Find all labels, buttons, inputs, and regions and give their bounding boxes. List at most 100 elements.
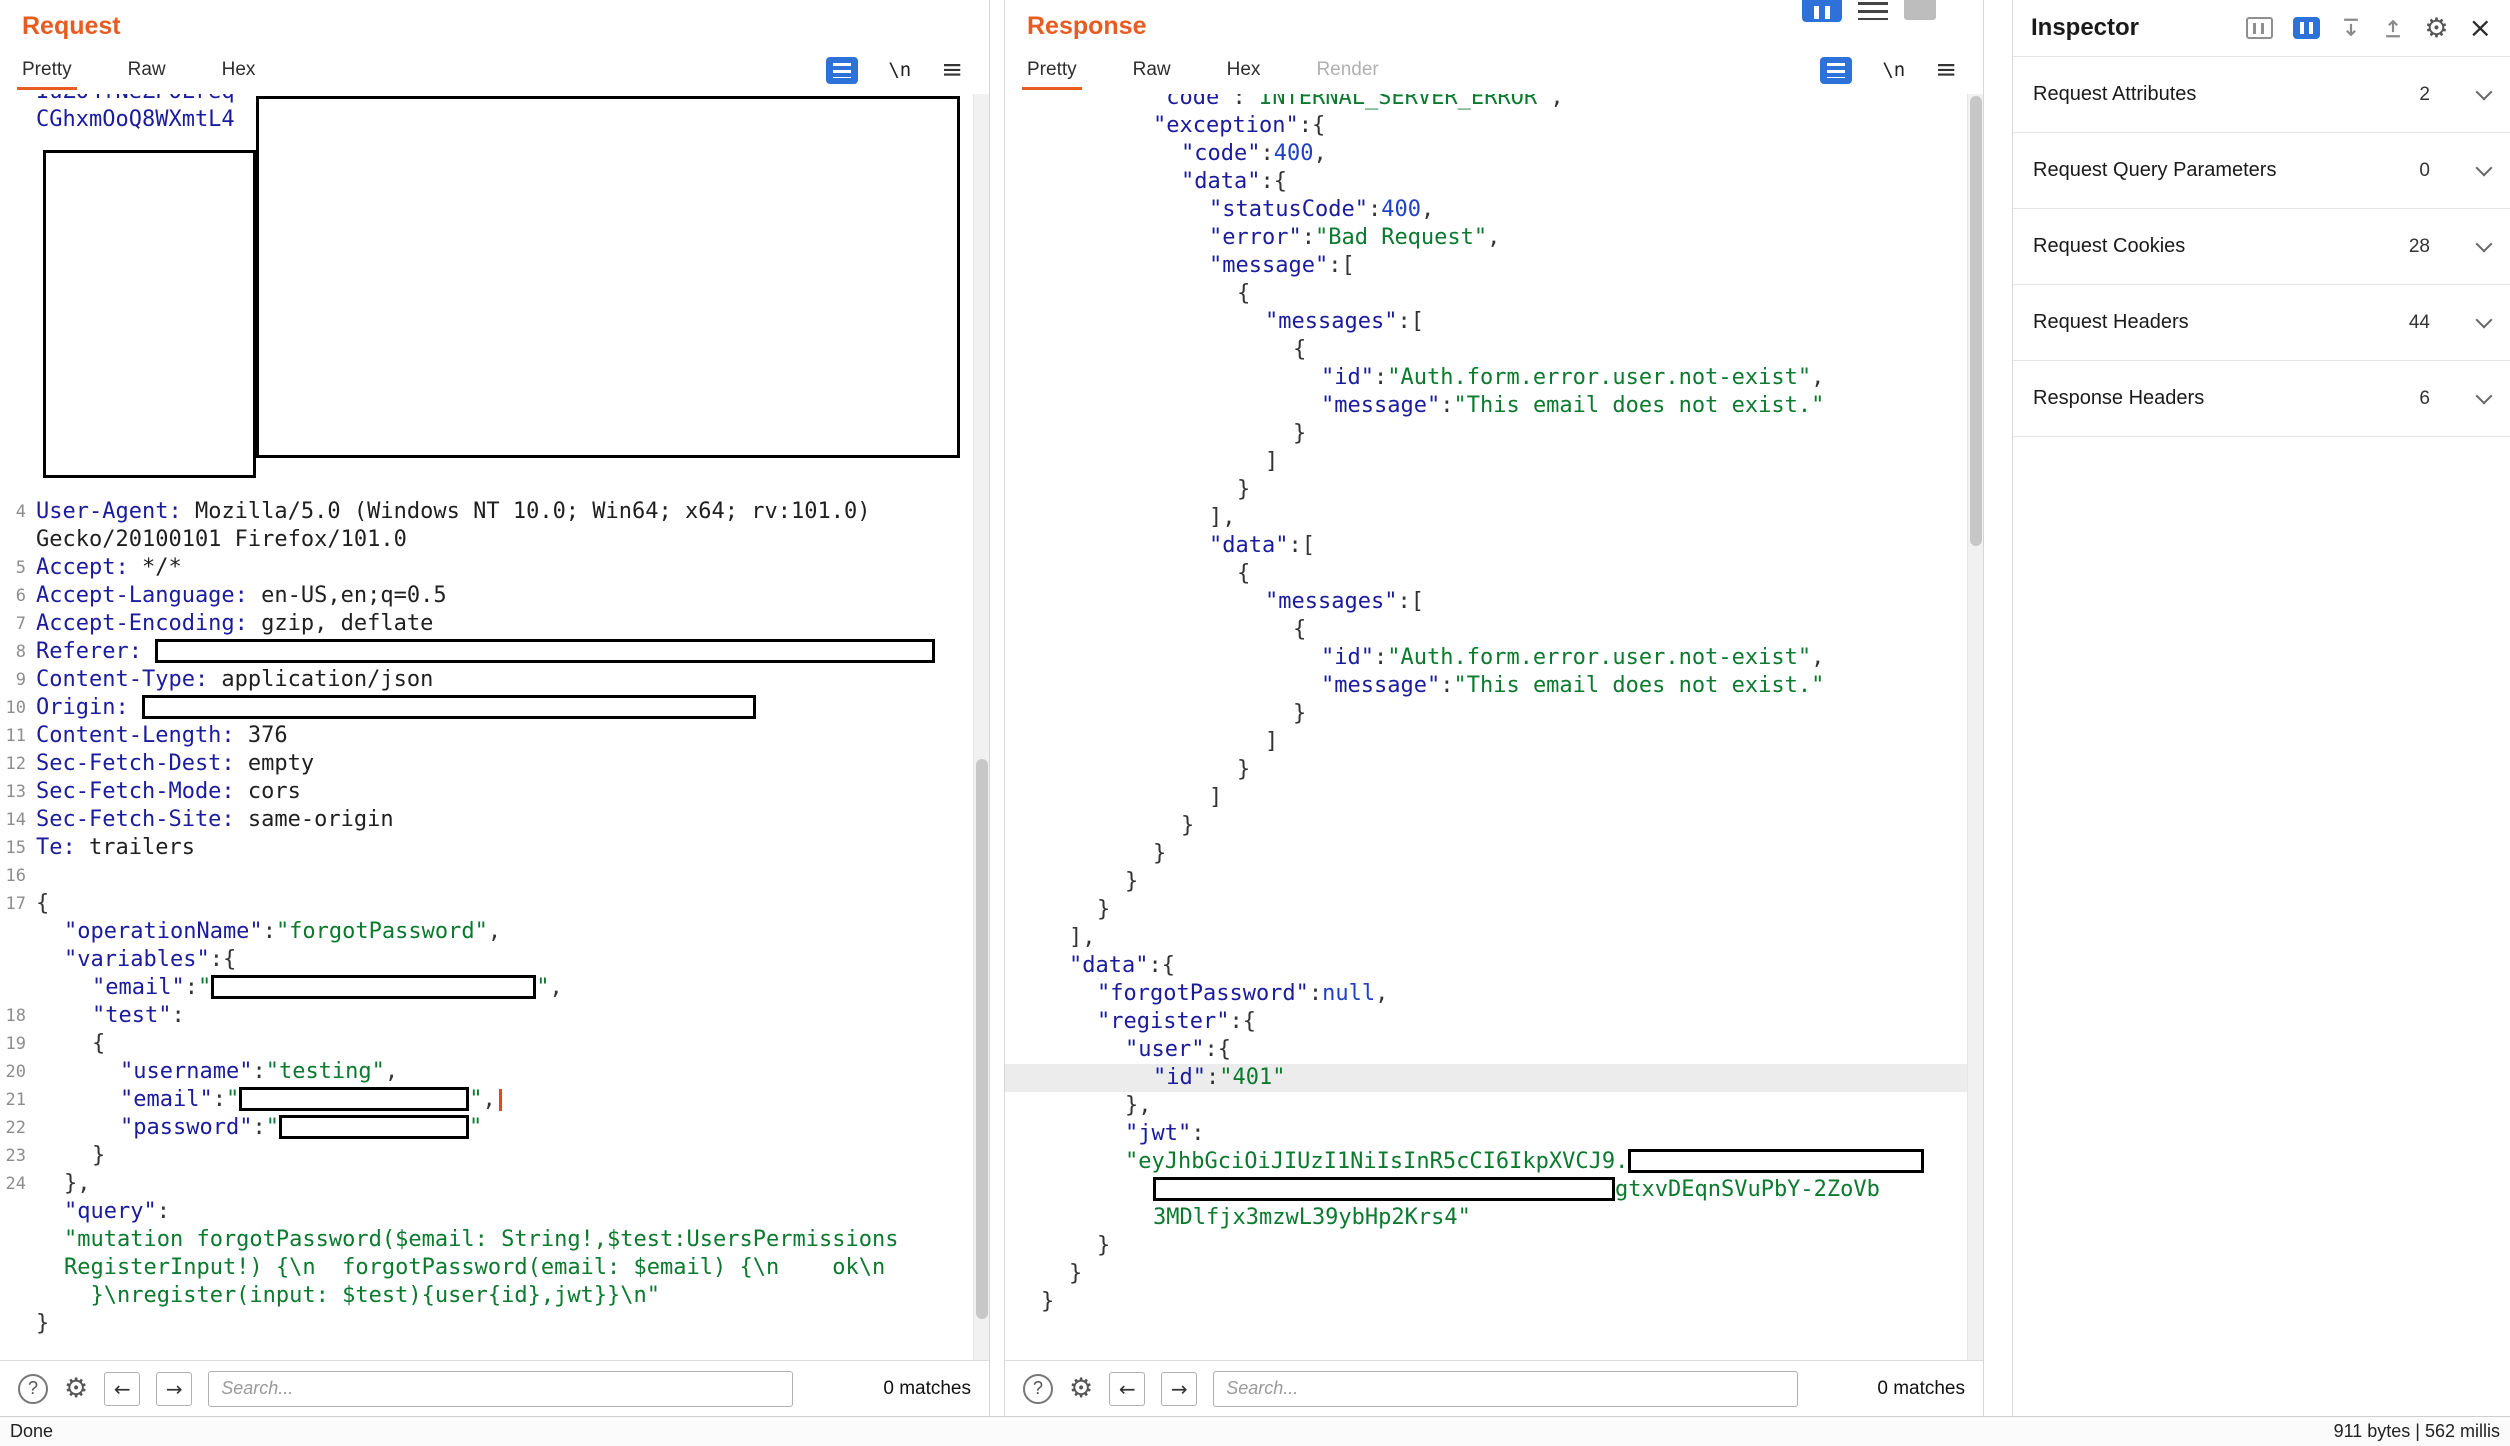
- tab-request-hex[interactable]: Hex: [222, 59, 256, 81]
- code-token: :{: [1148, 953, 1175, 978]
- code-token: :: [252, 1115, 265, 1140]
- response-scrollbar-thumb[interactable]: [1970, 96, 1982, 546]
- response-search-input[interactable]: [1213, 1371, 1798, 1407]
- wrap-lines-icon[interactable]: [826, 57, 858, 84]
- tab-response-pretty[interactable]: Pretty: [1027, 59, 1077, 81]
- show-newlines-icon[interactable]: \n: [1882, 59, 1905, 81]
- search-settings-gear-icon[interactable]: ⚙: [1069, 1373, 1093, 1404]
- chevron-down-icon[interactable]: [2476, 235, 2493, 252]
- code-line: ]: [1005, 448, 1983, 476]
- code-token: Content-Length:: [36, 723, 235, 748]
- line-number: 8: [0, 638, 36, 666]
- redaction-box: [1628, 1149, 1924, 1173]
- tab-response-raw[interactable]: Raw: [1133, 59, 1171, 81]
- line-number: [1005, 1148, 1041, 1176]
- code-token: Content-Type:: [36, 667, 208, 692]
- search-prev-button[interactable]: ←: [104, 1372, 140, 1406]
- code-token: RegisterInput!) {\n forgotPassword(email…: [64, 1255, 885, 1280]
- code-token: :: [1374, 365, 1387, 390]
- code-token: :: [213, 1087, 226, 1112]
- code-token: :: [1440, 673, 1453, 698]
- code-token: "messages": [1265, 309, 1397, 334]
- chevron-down-icon[interactable]: [2476, 311, 2493, 328]
- request-scrollbar[interactable]: [973, 94, 989, 1360]
- inspector-section-request-query-parameters[interactable]: Request Query Parameters 0: [2013, 133, 2510, 209]
- code-line: {: [1005, 616, 1983, 644]
- wrap-lines-icon[interactable]: [1820, 57, 1852, 84]
- request-scrollbar-thumb[interactable]: [976, 759, 988, 1319]
- code-token: ": [536, 975, 549, 1000]
- layout-menu-icon[interactable]: [1858, 2, 1888, 20]
- collapse-all-icon[interactable]: [2382, 17, 2404, 39]
- line-number: 12: [0, 750, 36, 778]
- code-token: gtxvDEqnSVuPbY-2ZoVb: [1615, 1177, 1880, 1202]
- inspector-panel: Inspector ⚙ × Request Attributes 2: [2012, 0, 2510, 1416]
- tab-request-raw[interactable]: Raw: [128, 59, 166, 81]
- chevron-down-icon[interactable]: [2476, 387, 2493, 404]
- response-scrollbar[interactable]: [1967, 94, 1983, 1360]
- code-line: "operationName":"forgotPassword",: [0, 918, 989, 946]
- code-token: 400: [1381, 197, 1421, 222]
- code-line: 18"test":: [0, 1002, 989, 1030]
- inspector-view-panels-icon[interactable]: [2293, 17, 2320, 39]
- line-number: [1005, 1232, 1041, 1260]
- code-token: },: [64, 1171, 91, 1196]
- burp-window: Request Pretty Raw Hex \n ≡ IuZO4fNeZPOL…: [0, 0, 2510, 1416]
- line-number: [0, 470, 36, 498]
- line-number: 20: [0, 1058, 36, 1086]
- search-prev-button[interactable]: ←: [1109, 1372, 1145, 1406]
- line-number: [1005, 168, 1041, 196]
- expand-all-icon[interactable]: [2340, 17, 2362, 39]
- line-number: [0, 218, 36, 246]
- chevron-down-icon[interactable]: [2476, 159, 2493, 176]
- tab-response-render[interactable]: Render: [1316, 59, 1378, 81]
- editor-menu-icon[interactable]: ≡: [1935, 55, 1957, 85]
- line-number: 23: [0, 1142, 36, 1170]
- chevron-down-icon[interactable]: [2476, 83, 2493, 100]
- line-number: 21: [0, 1086, 36, 1114]
- line-number: [1005, 672, 1041, 700]
- code-line: 17{: [0, 890, 989, 918]
- editor-menu-icon[interactable]: ≡: [941, 55, 963, 85]
- help-icon[interactable]: ?: [18, 1374, 48, 1404]
- code-token: "forgotPassword": [1097, 981, 1309, 1006]
- code-token: :[: [1397, 589, 1424, 614]
- line-number: 16: [0, 862, 36, 890]
- search-settings-gear-icon[interactable]: ⚙: [64, 1373, 88, 1404]
- line-number: 22: [0, 1114, 36, 1142]
- code-line: "jwt":: [1005, 1120, 1983, 1148]
- inspector-section-request-attributes[interactable]: Request Attributes 2: [2013, 57, 2510, 133]
- code-token: trailers: [76, 835, 195, 860]
- inspector-view-outline-icon[interactable]: [2246, 17, 2273, 39]
- line-number: [1005, 420, 1041, 448]
- inspector-section-request-cookies[interactable]: Request Cookies 28: [2013, 209, 2510, 285]
- code-token: Accept-Language:: [36, 583, 248, 608]
- code-token: "message": [1209, 253, 1328, 278]
- request-editor[interactable]: IuZO4fNeZPOLreqCGhxmOoQ8WXmtL44User-Agen…: [0, 94, 989, 1360]
- layout-columns-icon[interactable]: [1802, 0, 1842, 22]
- show-newlines-icon[interactable]: \n: [888, 59, 911, 81]
- layout-stacked-icon[interactable]: [1904, 0, 1936, 20]
- code-line: Gecko/20100101 Firefox/101.0: [0, 526, 989, 554]
- inspector-section-response-headers[interactable]: Response Headers 6: [2013, 361, 2510, 437]
- search-next-button[interactable]: →: [156, 1372, 192, 1406]
- code-token: Gecko/20100101 Firefox/101.0: [36, 527, 407, 552]
- code-token: "INTERNAL_SERVER_ERROR": [1246, 94, 1551, 110]
- inspector-section-request-headers[interactable]: Request Headers 44: [2013, 285, 2510, 361]
- code-token: "eyJhbGciOiJIUzI1NiIsInR5cCI6IkpXVCJ9.: [1125, 1149, 1628, 1174]
- redaction-box: [155, 639, 935, 663]
- response-code: "code":"INTERNAL_SERVER_ERROR","exceptio…: [1005, 94, 1983, 1316]
- tab-request-pretty[interactable]: Pretty: [22, 59, 72, 81]
- request-search-input[interactable]: [208, 1371, 793, 1407]
- code-token: }: [1153, 841, 1166, 866]
- close-icon[interactable]: ×: [2469, 14, 2492, 42]
- help-icon[interactable]: ?: [1023, 1374, 1053, 1404]
- line-number: [1005, 700, 1041, 728]
- response-editor[interactable]: "code":"INTERNAL_SERVER_ERROR","exceptio…: [1005, 94, 1983, 1360]
- tab-response-hex[interactable]: Hex: [1227, 59, 1261, 81]
- search-next-button[interactable]: →: [1161, 1372, 1197, 1406]
- inspector-settings-gear-icon[interactable]: ⚙: [2424, 13, 2448, 44]
- code-token: gzip, deflate: [248, 611, 433, 636]
- line-number: 24: [0, 1170, 36, 1198]
- line-number: [0, 274, 36, 302]
